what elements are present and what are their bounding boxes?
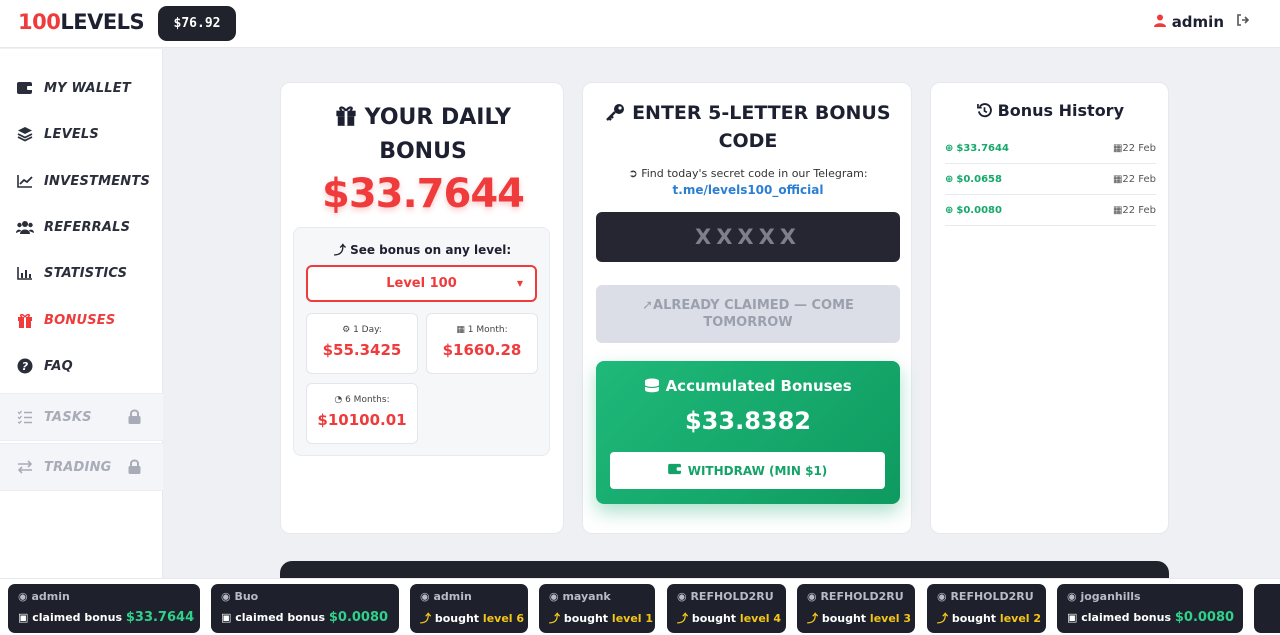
ticker-item: ◉ REFHOLD2RU ⤴ bought level 4 — [667, 584, 786, 633]
level-projection-panel: ⤴ See bonus on any level: Level 100 ▼ ⚙ … — [293, 227, 550, 456]
gift-icon — [16, 311, 34, 329]
user-icon: ◉ — [677, 590, 687, 603]
user-menu[interactable]: admin — [1153, 13, 1224, 31]
question-icon: ? — [16, 357, 34, 375]
ticker-item: ◉ REFHOLD2RU ⤴ bought level 2 — [927, 584, 1046, 633]
calendar-icon: ▦ — [456, 325, 465, 335]
withdraw-button[interactable]: WITHDRAW (MIN $1) — [610, 452, 885, 489]
exchange-icon — [16, 458, 34, 476]
daily-bonus-amount: $33.7644 — [321, 171, 525, 217]
gift-icon: ▣ — [18, 611, 29, 624]
level-up-icon: ⤴ — [807, 612, 818, 625]
activity-ticker: ◉ admin ▣ claimed bonus $33.7644 ◉ Buo ▣… — [0, 578, 1280, 635]
sidebar-item-referrals[interactable]: REFERRALS — [0, 207, 163, 247]
ticker-item: ◉ joganhills ▣ claimed bonus $0.0080 — [1057, 584, 1243, 633]
user-icon: ◉ — [549, 590, 559, 603]
history-row: ⊕ $0.0658 ▦22 Feb — [945, 164, 1156, 195]
ticker-item — [1254, 584, 1280, 633]
gift-icon: ▣ — [1067, 611, 1078, 624]
telegram-link[interactable]: t.me/levels100_official — [583, 183, 913, 197]
daily-bonus-title: YOUR DAILY BONUS — [281, 101, 565, 169]
chart-line-icon — [16, 172, 34, 190]
sidebar-item-statistics[interactable]: STATISTICS — [0, 253, 163, 293]
history-row: ⊕ $0.0080 ▦22 Feb — [945, 195, 1156, 226]
user-icon: ◉ — [18, 590, 28, 603]
calendar-icon: ▦ — [1112, 204, 1123, 216]
sidebar-item-investments[interactable]: INVESTMENTS — [0, 161, 163, 201]
wallet-icon — [667, 463, 682, 478]
level-up-icon: ⤴ — [420, 612, 431, 625]
bonus-history-card: Bonus History ⊕ $33.7644 ▦22 Feb ⊕ $0.0658… — [930, 82, 1169, 534]
plus-circle-icon: ⊕ — [945, 204, 954, 216]
plus-circle-icon: ⊕ — [945, 173, 954, 185]
gear-icon: ⚙ — [342, 325, 351, 335]
logo[interactable]: 100LEVELS — [18, 10, 145, 34]
ticker-item: ◉ admin ▣ claimed bonus $33.7644 — [8, 584, 200, 633]
wallet-icon — [16, 79, 34, 97]
level-up-icon: ⤴ — [677, 612, 688, 625]
level-select[interactable]: Level 100 ▼ — [306, 265, 537, 302]
ticker-item: ◉ REFHOLD2RU ⤴ bought level 3 — [797, 584, 915, 633]
sidebar-item-my-wallet[interactable]: MY WALLET — [0, 68, 163, 108]
clock-icon: ◔ — [334, 395, 343, 405]
already-claimed-button[interactable]: ➚ALREADY CLAIMED — COME TOMORROW — [596, 285, 900, 343]
bar-chart-icon — [16, 264, 34, 282]
lock-icon — [128, 409, 141, 428]
bonus-code-title: ENTER 5-LETTER BONUS CODE — [583, 99, 913, 155]
balance-badge[interactable]: $76.92 — [158, 6, 236, 41]
ticker-item: ◉ Buo ▣ claimed bonus $0.0080 — [211, 584, 399, 633]
tasks-icon — [16, 408, 34, 426]
top-bar: 100LEVELS $76.92 admin — [0, 0, 1280, 48]
plus-circle-icon: ⊕ — [945, 142, 954, 154]
projection-1-day: ⚙ 1 Day: $55.3425 — [306, 313, 418, 374]
sidebar-item-trading[interactable]: TRADING — [0, 443, 163, 491]
bonus-history-title: Bonus History — [931, 101, 1170, 120]
level-up-icon: ⤴ — [937, 612, 948, 625]
sidebar-item-faq[interactable]: ? FAQ — [0, 346, 163, 386]
user-icon: ◉ — [1067, 590, 1077, 603]
telegram-hint: ➲ Find today's secret code in our Telegr… — [628, 167, 868, 180]
caret-down-icon: ▼ — [516, 279, 523, 288]
bonus-code-input[interactable] — [596, 212, 900, 262]
user-icon: ◉ — [937, 590, 947, 603]
logout-icon[interactable] — [1236, 14, 1250, 30]
accumulated-bonuses-panel: Accumulated Bonuses $33.8382 WITHDRAW (M… — [596, 361, 900, 504]
rocket-icon: ➚ — [642, 298, 654, 313]
user-icon: ◉ — [420, 590, 430, 603]
key-icon — [605, 102, 625, 124]
layers-icon — [16, 125, 34, 143]
level-up-icon: ⤴ — [333, 243, 346, 257]
gift-icon — [335, 105, 357, 130]
sidebar-item-levels[interactable]: LEVELS — [0, 114, 163, 154]
ticker-item: ◉ mayank ⤴ bought level 1 — [539, 584, 655, 633]
sidebar: MY WALLET LEVELS INVESTMENTS REFERRALS S… — [0, 49, 163, 589]
level-up-icon: ⤴ — [549, 612, 560, 625]
accumulated-title: Accumulated Bonuses — [596, 377, 900, 395]
accumulated-amount: $33.8382 — [684, 407, 811, 435]
username: admin — [1171, 13, 1224, 31]
user-icon: ◉ — [807, 590, 817, 603]
history-icon — [977, 101, 992, 120]
sidebar-item-bonuses[interactable]: BONUSES — [0, 300, 163, 340]
bonus-code-card: ENTER 5-LETTER BONUS CODE ➲ Find today's… — [582, 82, 912, 534]
see-bonus-label: ⤴ See bonus on any level: — [333, 243, 512, 257]
ticker-item: ◉ admin ⤴ bought level 6 — [410, 584, 528, 633]
users-icon — [16, 218, 34, 236]
calendar-icon: ▦ — [1112, 142, 1123, 154]
user-icon: ◉ — [221, 590, 231, 603]
svg-text:?: ? — [22, 360, 29, 373]
user-icon — [1153, 13, 1166, 31]
sidebar-item-tasks[interactable]: TASKS — [0, 393, 163, 441]
history-row: ⊕ $33.7644 ▦22 Feb — [945, 133, 1156, 164]
gift-icon: ▣ — [221, 611, 232, 624]
coins-icon — [644, 377, 660, 395]
projection-6-months: ◔ 6 Months: $10100.01 — [306, 383, 418, 444]
calendar-icon: ▦ — [1112, 173, 1123, 185]
lock-icon — [128, 459, 141, 478]
telegram-icon: ➲ — [628, 167, 638, 180]
projection-1-month: ▦ 1 Month: $1660.28 — [426, 313, 538, 374]
